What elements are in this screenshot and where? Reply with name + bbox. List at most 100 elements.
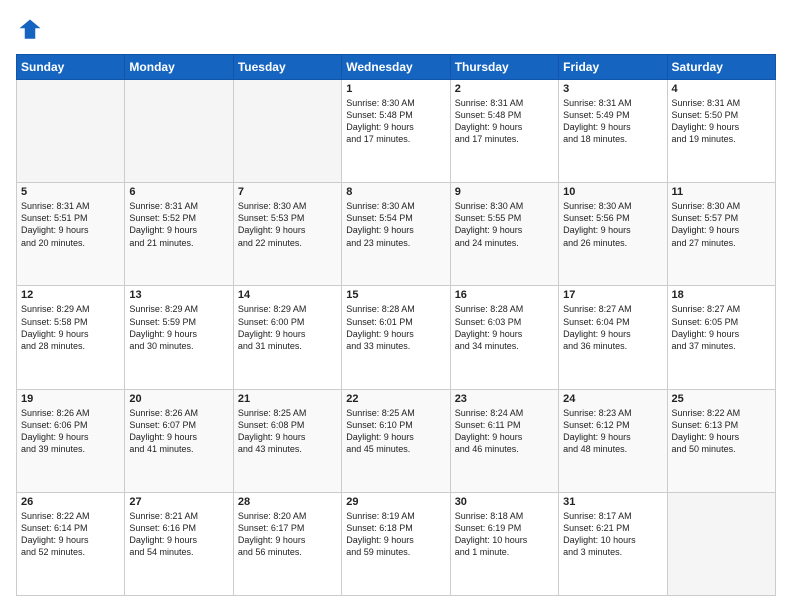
page: SundayMondayTuesdayWednesdayThursdayFrid…	[0, 0, 792, 612]
cell-text: Sunrise: 8:31 AM Sunset: 5:50 PM Dayligh…	[672, 97, 771, 146]
calendar-cell: 24 Sunrise: 8:23 AM Sunset: 6:12 PM Dayli…	[559, 389, 667, 492]
cell-text: Sunrise: 8:30 AM Sunset: 5:57 PM Dayligh…	[672, 200, 771, 249]
calendar-cell: 6 Sunrise: 8:31 AM Sunset: 5:52 PM Daylig…	[125, 183, 233, 286]
day-number: 28	[238, 496, 337, 508]
logo	[16, 16, 48, 44]
week-row-2: 5 Sunrise: 8:31 AM Sunset: 5:51 PM Daylig…	[17, 183, 776, 286]
calendar-cell	[17, 80, 125, 183]
day-number: 8	[346, 186, 445, 198]
day-number: 1	[346, 83, 445, 95]
cell-text: Sunrise: 8:23 AM Sunset: 6:12 PM Dayligh…	[563, 407, 662, 456]
calendar-cell: 27 Sunrise: 8:21 AM Sunset: 6:16 PM Dayli…	[125, 492, 233, 595]
day-number: 9	[455, 186, 554, 198]
logo-icon	[16, 16, 44, 44]
day-number: 14	[238, 289, 337, 301]
day-number: 15	[346, 289, 445, 301]
day-number: 11	[672, 186, 771, 198]
day-number: 24	[563, 393, 662, 405]
cell-text: Sunrise: 8:31 AM Sunset: 5:51 PM Dayligh…	[21, 200, 120, 249]
day-number: 22	[346, 393, 445, 405]
cell-text: Sunrise: 8:27 AM Sunset: 6:05 PM Dayligh…	[672, 303, 771, 352]
calendar-cell: 30 Sunrise: 8:18 AM Sunset: 6:19 PM Dayli…	[450, 492, 558, 595]
cell-text: Sunrise: 8:30 AM Sunset: 5:53 PM Dayligh…	[238, 200, 337, 249]
day-number: 3	[563, 83, 662, 95]
cell-text: Sunrise: 8:30 AM Sunset: 5:54 PM Dayligh…	[346, 200, 445, 249]
cell-text: Sunrise: 8:21 AM Sunset: 6:16 PM Dayligh…	[129, 510, 228, 559]
cell-text: Sunrise: 8:31 AM Sunset: 5:49 PM Dayligh…	[563, 97, 662, 146]
day-number: 20	[129, 393, 228, 405]
day-number: 12	[21, 289, 120, 301]
weekday-header-sunday: Sunday	[17, 55, 125, 80]
calendar-cell: 7 Sunrise: 8:30 AM Sunset: 5:53 PM Daylig…	[233, 183, 341, 286]
cell-text: Sunrise: 8:30 AM Sunset: 5:55 PM Dayligh…	[455, 200, 554, 249]
calendar-cell: 15 Sunrise: 8:28 AM Sunset: 6:01 PM Dayli…	[342, 286, 450, 389]
calendar-cell: 19Sunrise: 8:26 AM Sunset: 6:06 PM Dayli…	[17, 389, 125, 492]
cell-text: Sunrise: 8:25 AM Sunset: 6:08 PM Dayligh…	[238, 407, 337, 456]
calendar-cell: 2 Sunrise: 8:31 AM Sunset: 5:48 PM Daylig…	[450, 80, 558, 183]
day-number: 21	[238, 393, 337, 405]
calendar-cell: 4 Sunrise: 8:31 AM Sunset: 5:50 PM Daylig…	[667, 80, 775, 183]
calendar-cell: 25 Sunrise: 8:22 AM Sunset: 6:13 PM Dayli…	[667, 389, 775, 492]
calendar-cell: 9 Sunrise: 8:30 AM Sunset: 5:55 PM Daylig…	[450, 183, 558, 286]
cell-text: Sunrise: 8:31 AM Sunset: 5:52 PM Dayligh…	[129, 200, 228, 249]
calendar-cell: 18 Sunrise: 8:27 AM Sunset: 6:05 PM Dayli…	[667, 286, 775, 389]
calendar-cell: 23Sunrise: 8:24 AM Sunset: 6:11 PM Dayli…	[450, 389, 558, 492]
weekday-header-wednesday: Wednesday	[342, 55, 450, 80]
day-number: 5	[21, 186, 120, 198]
cell-text: Sunrise: 8:30 AM Sunset: 5:56 PM Dayligh…	[563, 200, 662, 249]
cell-text: Sunrise: 8:20 AM Sunset: 6:17 PM Dayligh…	[238, 510, 337, 559]
day-number: 4	[672, 83, 771, 95]
cell-text: Sunrise: 8:24 AM Sunset: 6:11 PM Dayligh…	[455, 407, 554, 456]
week-row-5: 26Sunrise: 8:22 AM Sunset: 6:14 PM Dayli…	[17, 492, 776, 595]
cell-text: Sunrise: 8:22 AM Sunset: 6:13 PM Dayligh…	[672, 407, 771, 456]
week-row-3: 12 Sunrise: 8:29 AM Sunset: 5:58 PM Dayli…	[17, 286, 776, 389]
cell-text: Sunrise: 8:29 AM Sunset: 5:59 PM Dayligh…	[129, 303, 228, 352]
weekday-row: SundayMondayTuesdayWednesdayThursdayFrid…	[17, 55, 776, 80]
cell-text: Sunrise: 8:28 AM Sunset: 6:03 PM Dayligh…	[455, 303, 554, 352]
day-number: 17	[563, 289, 662, 301]
day-number: 27	[129, 496, 228, 508]
day-number: 16	[455, 289, 554, 301]
cell-text: Sunrise: 8:18 AM Sunset: 6:19 PM Dayligh…	[455, 510, 554, 559]
calendar-cell: 1 Sunrise: 8:30 AM Sunset: 5:48 PM Daylig…	[342, 80, 450, 183]
day-number: 31	[563, 496, 662, 508]
calendar-cell: 16 Sunrise: 8:28 AM Sunset: 6:03 PM Dayli…	[450, 286, 558, 389]
cell-text: Sunrise: 8:29 AM Sunset: 5:58 PM Dayligh…	[21, 303, 120, 352]
calendar-cell	[125, 80, 233, 183]
week-row-1: 1 Sunrise: 8:30 AM Sunset: 5:48 PM Daylig…	[17, 80, 776, 183]
calendar-cell: 14 Sunrise: 8:29 AM Sunset: 6:00 PM Dayli…	[233, 286, 341, 389]
weekday-header-thursday: Thursday	[450, 55, 558, 80]
cell-text: Sunrise: 8:31 AM Sunset: 5:48 PM Dayligh…	[455, 97, 554, 146]
day-number: 29	[346, 496, 445, 508]
weekday-header-tuesday: Tuesday	[233, 55, 341, 80]
day-number: 2	[455, 83, 554, 95]
day-number: 18	[672, 289, 771, 301]
calendar-cell: 20Sunrise: 8:26 AM Sunset: 6:07 PM Dayli…	[125, 389, 233, 492]
cell-text: Sunrise: 8:28 AM Sunset: 6:01 PM Dayligh…	[346, 303, 445, 352]
day-number: 6	[129, 186, 228, 198]
cell-text: Sunrise: 8:29 AM Sunset: 6:00 PM Dayligh…	[238, 303, 337, 352]
calendar-cell: 22Sunrise: 8:25 AM Sunset: 6:10 PM Dayli…	[342, 389, 450, 492]
calendar-cell: 29Sunrise: 8:19 AM Sunset: 6:18 PM Dayli…	[342, 492, 450, 595]
day-number: 7	[238, 186, 337, 198]
calendar-cell: 17Sunrise: 8:27 AM Sunset: 6:04 PM Dayli…	[559, 286, 667, 389]
calendar-header: SundayMondayTuesdayWednesdayThursdayFrid…	[17, 55, 776, 80]
calendar-table: SundayMondayTuesdayWednesdayThursdayFrid…	[16, 54, 776, 596]
weekday-header-saturday: Saturday	[667, 55, 775, 80]
day-number: 19	[21, 393, 120, 405]
day-number: 30	[455, 496, 554, 508]
calendar-cell: 28 Sunrise: 8:20 AM Sunset: 6:17 PM Dayli…	[233, 492, 341, 595]
calendar-cell	[233, 80, 341, 183]
cell-text: Sunrise: 8:30 AM Sunset: 5:48 PM Dayligh…	[346, 97, 445, 146]
calendar-cell: 10 Sunrise: 8:30 AM Sunset: 5:56 PM Dayli…	[559, 183, 667, 286]
calendar-cell	[667, 492, 775, 595]
day-number: 10	[563, 186, 662, 198]
header	[16, 16, 776, 44]
day-number: 25	[672, 393, 771, 405]
calendar-cell: 31Sunrise: 8:17 AM Sunset: 6:21 PM Dayli…	[559, 492, 667, 595]
calendar-cell: 26Sunrise: 8:22 AM Sunset: 6:14 PM Dayli…	[17, 492, 125, 595]
day-number: 26	[21, 496, 120, 508]
calendar-cell: 3 Sunrise: 8:31 AM Sunset: 5:49 PM Daylig…	[559, 80, 667, 183]
calendar-cell: 8 Sunrise: 8:30 AM Sunset: 5:54 PM Daylig…	[342, 183, 450, 286]
calendar-cell: 5 Sunrise: 8:31 AM Sunset: 5:51 PM Daylig…	[17, 183, 125, 286]
